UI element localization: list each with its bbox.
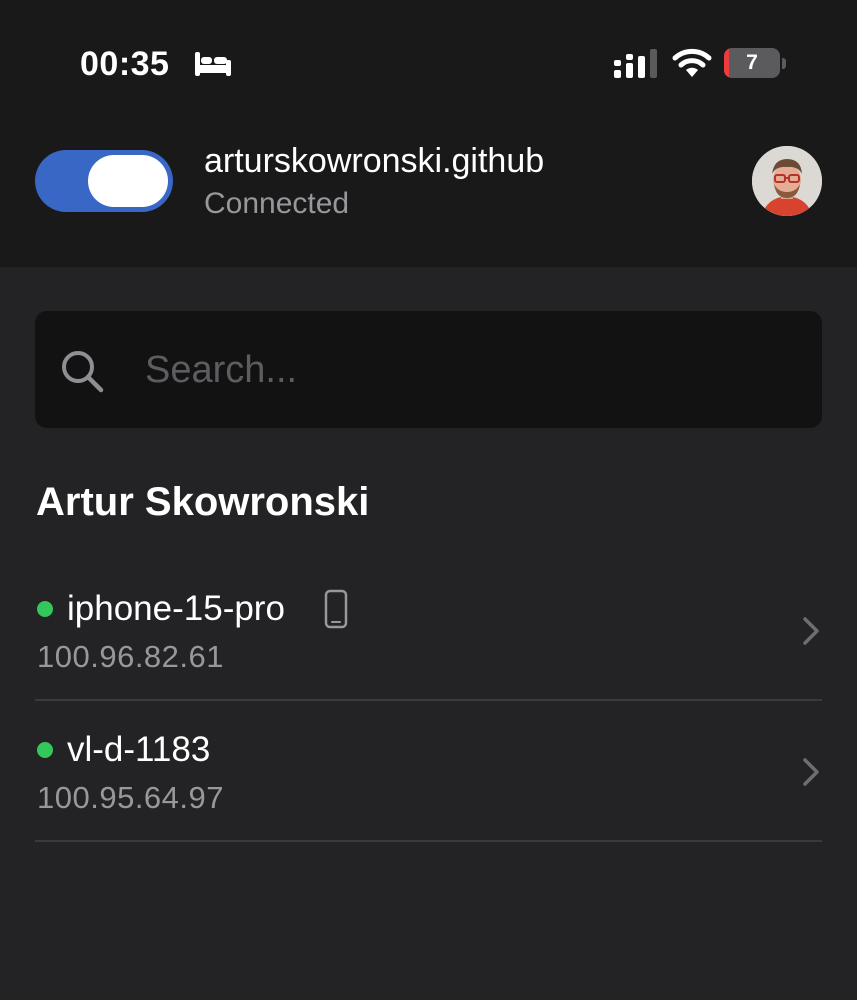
search-icon <box>62 351 104 393</box>
status-time: 00:35 <box>80 45 170 83</box>
device-ip: 100.95.64.97 <box>37 780 225 815</box>
online-status-dot <box>37 742 53 758</box>
vpn-toggle[interactable] <box>35 150 173 212</box>
toggle-knob <box>88 155 168 207</box>
wifi-icon <box>672 48 712 77</box>
search-bar[interactable] <box>35 311 822 428</box>
header: 00:35 7 arturskowronski.github Connected <box>0 0 857 267</box>
battery-level: 7 <box>746 51 758 74</box>
cellular-signal-icon <box>614 49 657 78</box>
device-row-iphone-15-pro[interactable]: iphone-15-pro 100.96.82.61 <box>35 560 822 701</box>
device-name: iphone-15-pro <box>67 589 285 628</box>
chevron-right-icon <box>803 758 819 786</box>
section-title: Artur Skowronski <box>36 480 370 524</box>
battery-cap <box>782 58 786 69</box>
row-divider <box>35 840 822 842</box>
chevron-right-icon <box>803 617 819 645</box>
device-row-vl-d-1183[interactable]: vl-d-1183 100.95.64.97 <box>35 701 822 842</box>
user-avatar[interactable] <box>752 146 822 216</box>
search-input[interactable] <box>145 341 785 399</box>
tailscale-screen: 00:35 7 arturskowronski.github Connected… <box>0 0 857 1000</box>
battery-indicator: 7 <box>724 48 786 80</box>
device-name: vl-d-1183 <box>67 730 211 769</box>
account-name: arturskowronski.github <box>204 142 545 180</box>
battery-body: 7 <box>724 48 780 78</box>
connection-status: Connected <box>204 187 350 220</box>
phone-icon <box>324 589 348 629</box>
bed-icon <box>195 52 231 76</box>
device-ip: 100.96.82.61 <box>37 639 225 674</box>
online-status-dot <box>37 601 53 617</box>
avatar-image <box>752 146 822 216</box>
